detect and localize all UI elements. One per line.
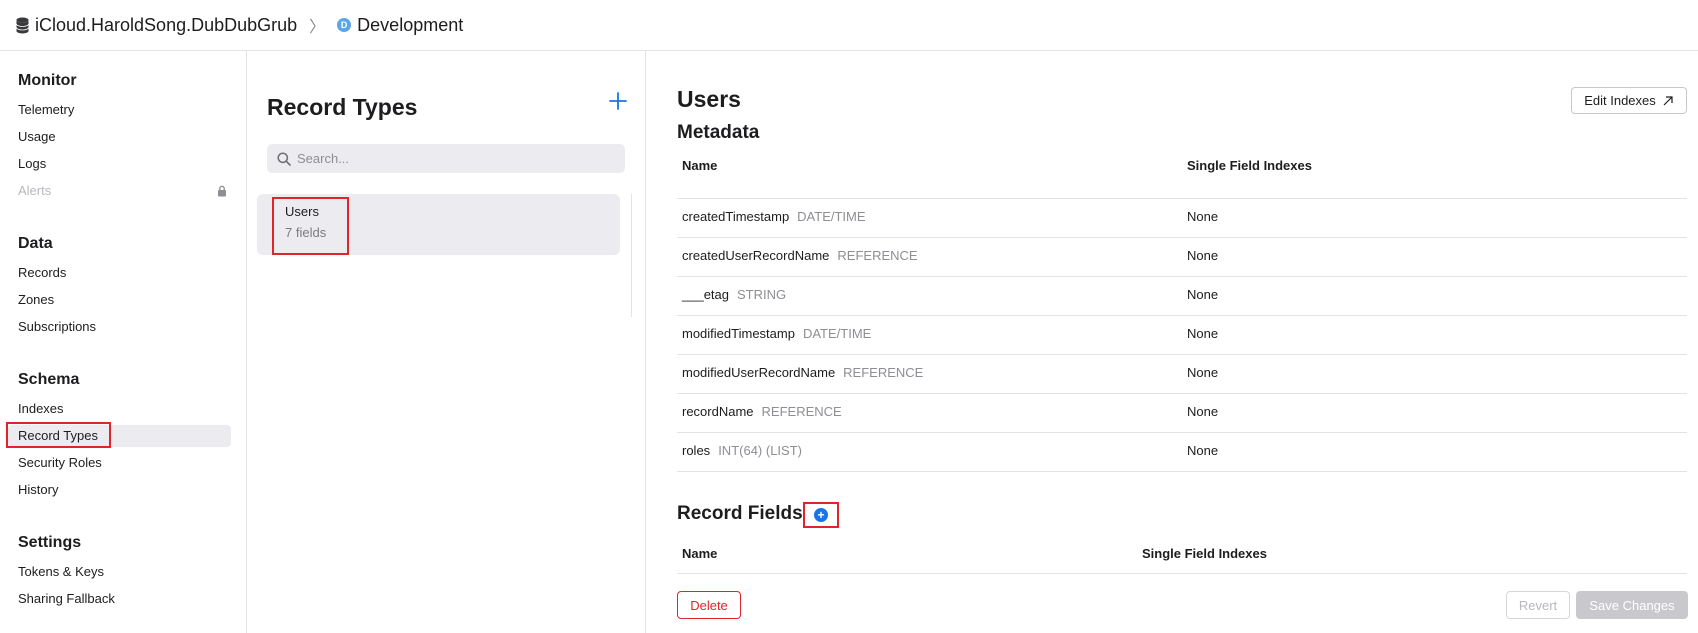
sidebar-record-types-highlight-box <box>6 422 111 448</box>
table-row: createdTimestamp DATE/TIME None <box>677 199 1687 238</box>
field-indexes: None <box>1187 443 1219 458</box>
field-name: createdTimestamp <box>682 209 790 224</box>
field-indexes: None <box>1187 404 1219 419</box>
field-indexes: None <box>1187 248 1219 263</box>
field-type: REFERENCE <box>837 248 918 263</box>
sidebar-item-telemetry[interactable]: Telemetry <box>18 100 74 120</box>
field-type: REFERENCE <box>843 365 924 380</box>
table-row: ___etag STRING None <box>677 277 1687 316</box>
container-breadcrumb[interactable]: iCloud.HaroldSong.DubDubGrub <box>35 15 297 36</box>
record-fields-col-name: Name <box>682 546 718 561</box>
detail-title: Users <box>677 86 741 112</box>
table-row: modifiedUserRecordName REFERENCE None <box>677 355 1687 394</box>
field-type: DATE/TIME <box>797 209 866 224</box>
record-fields-col-indexes: Single Field Indexes <box>1142 546 1267 561</box>
sidebar-section-monitor: Monitor <box>18 72 77 89</box>
add-record-type-button[interactable] <box>606 91 630 115</box>
chevron-right-icon: 〉 <box>309 19 326 36</box>
search-input[interactable] <box>297 151 617 166</box>
sidebar-item-tokens-keys[interactable]: Tokens & Keys <box>18 562 104 582</box>
search-icon <box>277 151 291 166</box>
plus-icon <box>609 92 627 110</box>
record-types-title: Record Types <box>267 94 418 120</box>
database-icon <box>16 17 29 33</box>
field-type: DATE/TIME <box>802 326 872 341</box>
sidebar-item-logs[interactable]: Logs <box>18 154 46 174</box>
lock-icon <box>218 185 226 197</box>
sidebar-item-records[interactable]: Records <box>18 263 66 283</box>
plus-circle-icon: + <box>814 508 828 522</box>
edit-indexes-label: Edit Indexes <box>1584 93 1656 108</box>
record-type-field-count: 7 fields <box>285 225 327 240</box>
record-types-scrollbar[interactable] <box>631 194 632 317</box>
table-row: createdUserRecordName REFERENCE None <box>677 238 1687 277</box>
top-bar: iCloud.HaroldSong.DubDubGrub 〉 D Develop… <box>0 0 1698 51</box>
record-fields-heading: Record Fields <box>677 503 803 524</box>
field-type: REFERENCE <box>761 404 842 419</box>
field-name: recordName <box>682 404 754 419</box>
edit-indexes-button[interactable]: Edit Indexes <box>1571 87 1687 114</box>
divider <box>677 573 1687 574</box>
sidebar-item-zones[interactable]: Zones <box>18 290 54 310</box>
divider <box>677 471 1687 472</box>
table-row: roles INT(64) (LIST) None <box>677 433 1687 472</box>
sidebar-section-data: Data <box>18 235 53 252</box>
sidebar-item-indexes[interactable]: Indexes <box>18 399 64 419</box>
field-type: INT(64) (LIST) <box>718 443 802 458</box>
arrow-up-right-icon <box>1663 95 1673 105</box>
table-row: modifiedTimestamp DATE/TIME None <box>677 316 1687 355</box>
table-row: recordName REFERENCE None <box>677 394 1687 433</box>
field-name: roles <box>682 443 711 458</box>
field-indexes: None <box>1187 287 1219 302</box>
add-record-field-button[interactable]: + <box>803 502 839 528</box>
field-name: modifiedUserRecordName <box>682 365 836 380</box>
sidebar-section-schema: Schema <box>18 371 80 388</box>
sidebar-item-sharing-fallback[interactable]: Sharing Fallback <box>18 589 115 609</box>
sidebar-item-alerts[interactable]: Alerts <box>18 181 51 201</box>
sidebar-item-usage[interactable]: Usage <box>18 127 56 147</box>
sidebar-item-security-roles[interactable]: Security Roles <box>18 453 102 473</box>
field-indexes: None <box>1187 209 1219 224</box>
record-types-search <box>267 144 625 173</box>
field-name: createdUserRecordName <box>682 248 830 263</box>
delete-button[interactable]: Delete <box>677 591 741 619</box>
environment-badge-icon: D <box>337 18 352 32</box>
field-indexes: None <box>1187 326 1219 341</box>
metadata-col-indexes: Single Field Indexes <box>1187 158 1312 173</box>
environment-breadcrumb[interactable]: Development <box>357 15 463 36</box>
sidebar: Monitor Telemetry Usage Logs Alerts Data… <box>0 51 247 633</box>
record-types-panel: Record Types Users 7 fields <box>248 51 646 633</box>
metadata-heading: Metadata <box>677 122 760 143</box>
sidebar-section-settings: Settings <box>18 534 82 551</box>
sidebar-item-history[interactable]: History <box>18 480 58 500</box>
field-indexes: None <box>1187 365 1219 380</box>
field-name: ___etag <box>682 287 729 302</box>
revert-button[interactable]: Revert <box>1506 591 1570 619</box>
metadata-col-name: Name <box>682 158 718 173</box>
field-type: STRING <box>737 287 787 302</box>
sidebar-item-subscriptions[interactable]: Subscriptions <box>18 317 96 337</box>
save-changes-button[interactable]: Save Changes <box>1576 591 1688 619</box>
field-name: modifiedTimestamp <box>682 326 795 341</box>
record-type-name: Users <box>285 204 319 219</box>
record-type-detail: Users Edit Indexes Metadata Name Single … <box>647 51 1698 633</box>
record-type-item-users[interactable]: Users 7 fields <box>257 194 620 255</box>
